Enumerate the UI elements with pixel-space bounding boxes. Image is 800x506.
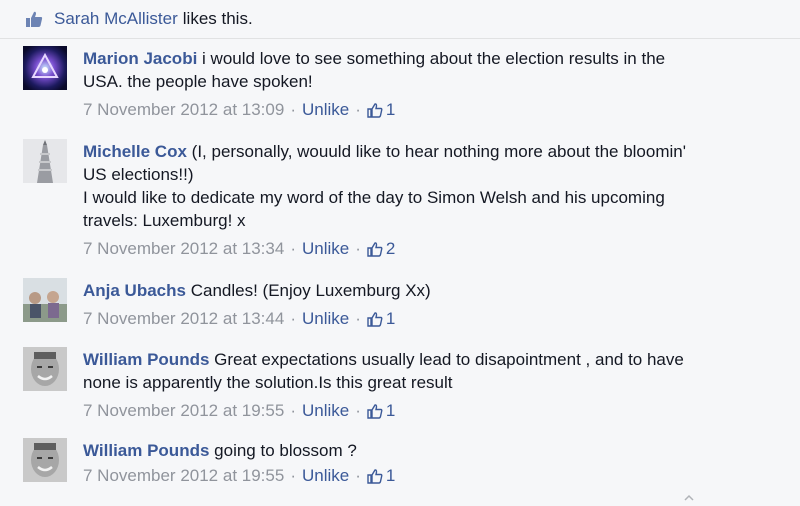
separator: · [355,401,361,420]
like-count[interactable]: 1 [386,466,395,486]
separator: · [290,309,296,328]
unlike-link[interactable]: Unlike [302,239,349,259]
comment-author-link[interactable]: Anja Ubachs [83,281,186,300]
avatar[interactable] [23,278,67,322]
likes-summary: Sarah McAllister likes this. [0,0,800,39]
separator: · [355,239,361,258]
avatar[interactable] [23,347,67,391]
comment-timestamp[interactable]: 7 November 2012 at 13:34 [83,239,284,259]
comment-body: Michelle Cox (I, personally, wouuld like… [83,140,788,232]
comment-text: US elections!!) [83,165,194,184]
comment-author-link[interactable]: William Pounds [83,350,209,369]
separator: · [290,401,296,420]
likes-this-text: likes this. [182,9,253,28]
comment-text: USA. the people have spoken! [83,72,313,91]
comment-text: I would like to dedicate my word of the … [83,188,665,207]
comment-timestamp[interactable]: 7 November 2012 at 13:09 [83,100,284,120]
comment-text: Great expectations usually lead to disap… [214,350,684,369]
avatar[interactable] [23,46,67,90]
comment-body: William Pounds Great expectations usuall… [83,348,788,394]
separator: · [355,100,361,119]
comment-body: Marion Jacobi i would love to see someth… [83,47,788,93]
thumbs-up-icon [24,9,44,29]
separator: · [290,239,296,258]
comment-timestamp[interactable]: 7 November 2012 at 13:44 [83,309,284,329]
comment-author-link[interactable]: Michelle Cox [83,142,187,161]
chevron-up-icon[interactable] [684,488,694,501]
thumbs-up-icon[interactable] [367,403,383,419]
comment-author-link[interactable]: William Pounds [83,441,209,460]
thumbs-up-icon[interactable] [367,241,383,257]
comment-body: William Pounds going to blossom ? [83,439,788,462]
thumbs-up-icon[interactable] [367,311,383,327]
comment-timestamp[interactable]: 7 November 2012 at 19:55 [83,466,284,486]
unlike-link[interactable]: Unlike [302,309,349,329]
avatar[interactable] [23,438,67,482]
unlike-link[interactable]: Unlike [302,466,349,486]
comment-text: (I, personally, wouuld like to hear noth… [191,142,686,161]
avatar[interactable] [23,139,67,183]
comment-meta: 7 November 2012 at 19:55 · Unlike · 1 [83,466,395,486]
unlike-link[interactable]: Unlike [302,100,349,120]
comment-text: going to blossom ? [214,441,357,460]
comment-text: Candles! (Enjoy Luxemburg Xx) [190,281,431,300]
comment-meta: 7 November 2012 at 13:34 · Unlike · 2 [83,239,395,259]
comment-text: i would love to see something about the … [202,49,666,68]
comment-text: travels: Luxemburg! x [83,211,246,230]
comment-thread: Sarah McAllister likes this. Marion Jaco… [0,0,800,501]
thumbs-up-icon[interactable] [367,102,383,118]
separator: · [355,309,361,328]
liker-name-link[interactable]: Sarah McAllister [54,9,178,29]
comment-timestamp[interactable]: 7 November 2012 at 19:55 [83,401,284,421]
unlike-link[interactable]: Unlike [302,401,349,421]
comment-author-link[interactable]: Marion Jacobi [83,49,197,68]
comment-meta: 7 November 2012 at 13:09 · Unlike · 1 [83,100,395,120]
like-count[interactable]: 1 [386,309,395,329]
comment-meta: 7 November 2012 at 13:44 · Unlike · 1 [83,309,395,329]
thumbs-up-icon[interactable] [367,468,383,484]
comment-body: Anja Ubachs Candles! (Enjoy Luxemburg Xx… [83,279,788,302]
comment-meta: 7 November 2012 at 19:55 · Unlike · 1 [83,401,395,421]
like-count[interactable]: 1 [386,401,395,421]
separator: · [290,466,296,485]
like-count[interactable]: 2 [386,239,395,259]
like-count[interactable]: 1 [386,100,395,120]
separator: · [355,466,361,485]
comment-text: none is apparently the solution.Is this … [83,373,453,392]
separator: · [290,100,296,119]
